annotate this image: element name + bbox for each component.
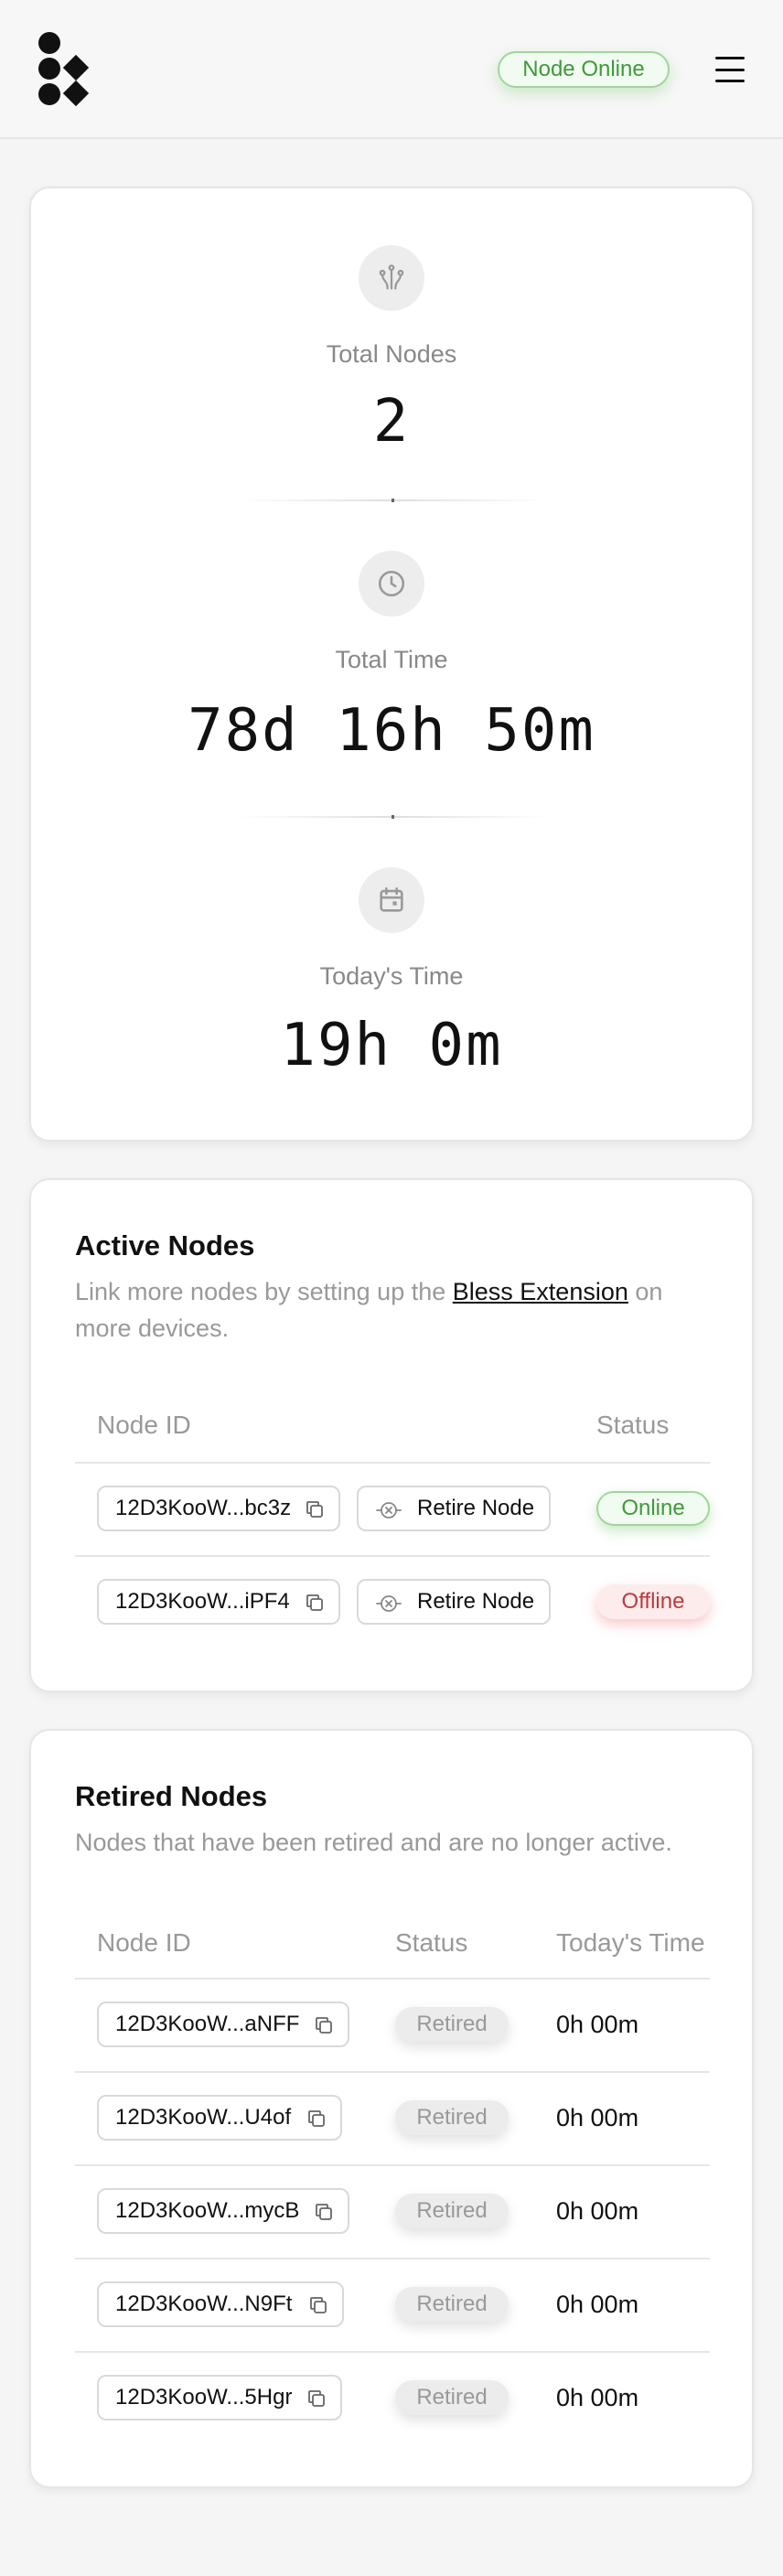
bless-logo[interactable] [37, 31, 91, 106]
node-id-text: 12D3KooW...aNFF [115, 2012, 300, 2036]
top-header: Node Online [0, 0, 783, 139]
bless-extension-link[interactable]: Bless Extension [453, 1278, 628, 1305]
node-id-chip[interactable]: 12D3KooW...aNFF [97, 2002, 349, 2047]
retire-node-button[interactable]: Retire Node [357, 1579, 551, 1625]
today-time-cell: 0h 00m [556, 2291, 639, 2318]
status-badge-retired: Retired [395, 2380, 509, 2415]
row-divider [75, 2164, 710, 2166]
node-id-text: 12D3KooW...N9Ft [115, 2292, 293, 2316]
desc-text: Link more nodes by setting up the [75, 1278, 453, 1305]
retire-node-button[interactable]: Retire Node [357, 1486, 551, 1531]
column-header-node-id: Node ID [97, 1928, 191, 1957]
copy-icon[interactable] [313, 2014, 335, 2036]
today-time-value: 19h 0m [280, 1012, 503, 1079]
retire-node-label: Retire Node [417, 1496, 535, 1520]
node-id-chip[interactable]: 12D3KooW...iPF4 [97, 1579, 340, 1625]
node-id-chip[interactable]: 12D3KooW...mycB [97, 2188, 349, 2234]
total-time-value: 78d 16h 50m [188, 697, 595, 765]
column-header-status: Status [596, 1411, 670, 1439]
active-nodes-description: Link more nodes by setting up the Bless … [75, 1273, 715, 1347]
row-divider [75, 2258, 710, 2259]
retire-icon [376, 1595, 402, 1612]
stats-card: Total Nodes 2 Total Time 78d 16h 50m Tod… [29, 187, 754, 1142]
today-time-cell: 0h 00m [556, 2197, 639, 2225]
active-nodes-title: Active Nodes [75, 1229, 255, 1261]
copy-icon[interactable] [307, 2294, 329, 2316]
row-divider [75, 1462, 710, 1464]
status-badge-retired: Retired [395, 2007, 509, 2042]
retire-node-label: Retire Node [417, 1589, 535, 1614]
node-id-chip[interactable]: 12D3KooW...N9Ft [97, 2281, 344, 2327]
retire-icon [376, 1502, 402, 1519]
today-time-cell: 0h 00m [556, 2104, 639, 2131]
copy-icon[interactable] [306, 2108, 327, 2130]
node-id-text: 12D3KooW...mycB [115, 2198, 300, 2223]
total-time-label: Total Time [335, 646, 448, 673]
column-header-status: Status [395, 1928, 468, 1957]
status-badge-retired: Retired [395, 2100, 509, 2135]
node-id-text: 12D3KooW...iPF4 [115, 1589, 290, 1614]
copy-icon[interactable] [313, 2201, 335, 2223]
antenna-icon [359, 245, 424, 311]
row-divider [75, 2071, 710, 2073]
status-badge-retired: Retired [395, 2194, 509, 2228]
column-header-today-time: Today's Time [556, 1928, 705, 1957]
hamburger-menu-icon[interactable] [713, 55, 746, 84]
node-id-chip[interactable]: 12D3KooW...bc3z [97, 1486, 340, 1531]
retired-nodes-description: Nodes that have been retired and are no … [75, 1829, 672, 1856]
node-id-text: 12D3KooW...U4of [115, 2105, 292, 2130]
node-id-text: 12D3KooW...5Hgr [115, 2385, 293, 2410]
clock-icon [359, 551, 424, 617]
retired-nodes-card: Retired Nodes Nodes that have been retir… [29, 1729, 754, 2488]
today-time-label: Today's Time [319, 962, 464, 990]
status-badge-offline: Offline [596, 1584, 710, 1619]
divider [238, 499, 549, 502]
node-id-text: 12D3KooW...bc3z [115, 1496, 292, 1520]
active-nodes-card: Active Nodes Link more nodes by setting … [29, 1178, 754, 1692]
copy-icon[interactable] [304, 1498, 326, 1520]
row-divider [75, 2351, 710, 2353]
row-divider [75, 1555, 710, 1557]
today-time-cell: 0h 00m [556, 2384, 639, 2411]
retired-nodes-title: Retired Nodes [75, 1780, 268, 1812]
status-badge-retired: Retired [395, 2287, 509, 2322]
column-header-node-id: Node ID [97, 1411, 191, 1439]
divider [238, 815, 549, 819]
node-status-pill: Node Online [498, 51, 670, 88]
copy-icon[interactable] [306, 2388, 327, 2410]
calendar-icon [359, 867, 424, 933]
row-divider [75, 1978, 710, 1980]
total-nodes-label: Total Nodes [326, 340, 457, 368]
total-nodes-value: 2 [372, 388, 411, 456]
node-id-chip[interactable]: 12D3KooW...U4of [97, 2095, 342, 2141]
today-time-cell: 0h 00m [556, 2011, 639, 2038]
node-id-chip[interactable]: 12D3KooW...5Hgr [97, 2375, 342, 2420]
status-badge-online: Online [596, 1491, 710, 1526]
copy-icon[interactable] [304, 1592, 326, 1614]
